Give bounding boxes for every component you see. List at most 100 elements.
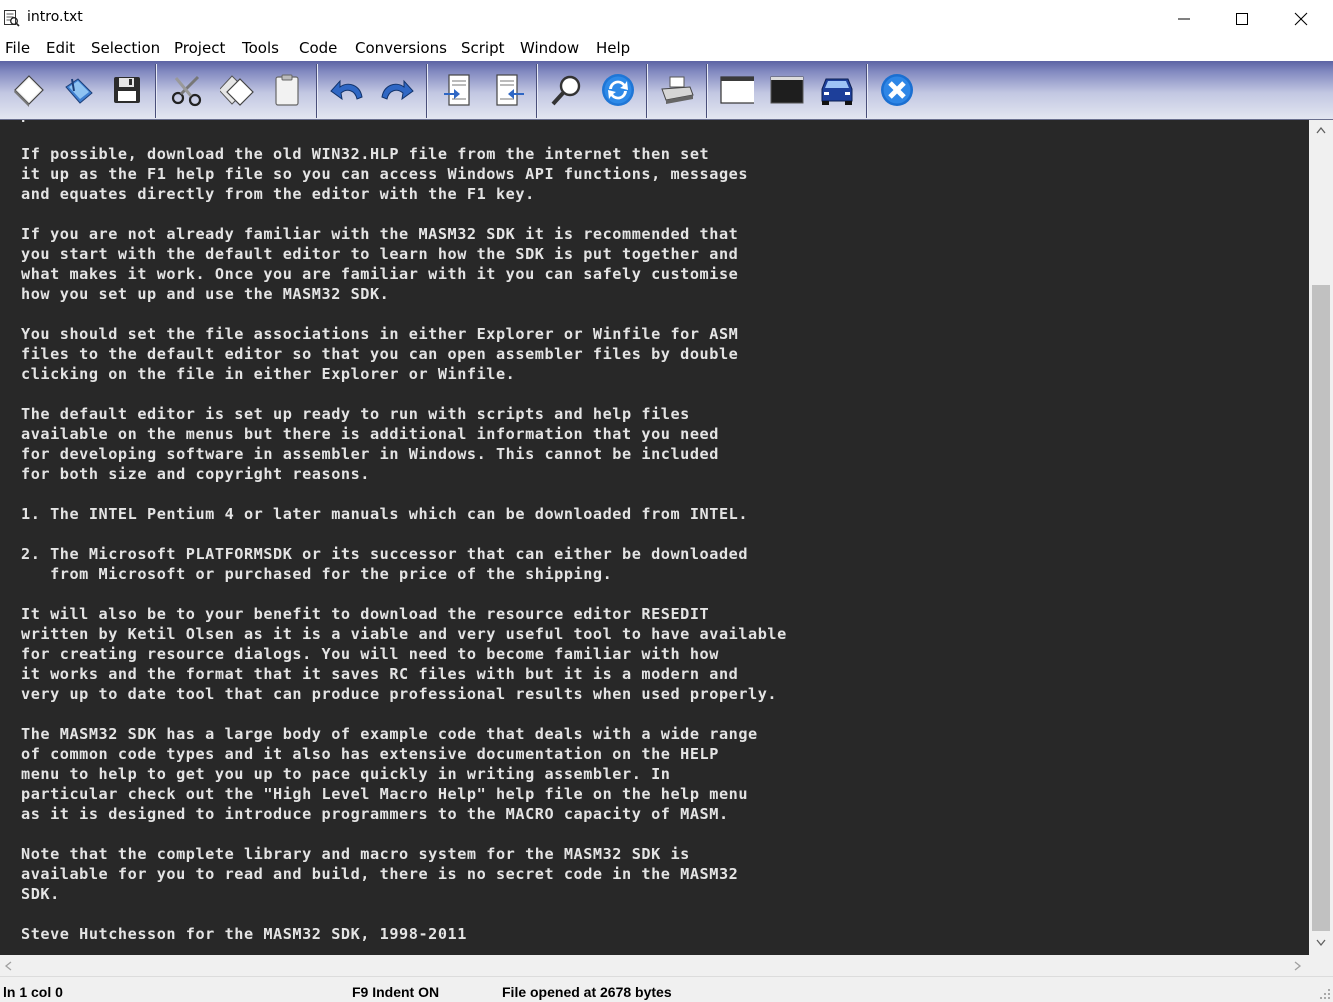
editor-line[interactable]: for both size and copyright reasons. — [21, 464, 787, 484]
menu-file[interactable]: File — [5, 39, 30, 57]
menu-conversions[interactable]: Conversions — [355, 39, 447, 57]
new-file-button[interactable] — [6, 67, 52, 113]
editor-line[interactable] — [21, 304, 787, 324]
editor-line[interactable] — [21, 904, 787, 924]
scroll-left-arrow-icon[interactable] — [4, 961, 12, 971]
redo-button[interactable] — [374, 67, 420, 113]
replace-button[interactable] — [595, 67, 641, 113]
editor-line[interactable] — [21, 824, 787, 844]
new-window-button[interactable] — [714, 67, 760, 113]
editor-line[interactable]: of common code types and it also has ext… — [21, 744, 787, 764]
toolbar-separator — [316, 64, 318, 118]
editor-line[interactable]: clicking on the file in either Explorer … — [21, 364, 787, 384]
cut-button[interactable] — [164, 67, 210, 113]
scroll-right-arrow-icon[interactable] — [1294, 961, 1302, 971]
toolbar-separator — [646, 64, 648, 118]
text-editor[interactable]: preferences. If possible, download the o… — [0, 120, 1309, 955]
editor-line[interactable] — [21, 384, 787, 404]
close-button[interactable] — [1272, 0, 1330, 37]
editor-line[interactable] — [21, 704, 787, 724]
console-button[interactable] — [764, 67, 810, 113]
status-message: File opened at 2678 bytes — [502, 984, 672, 1000]
print-button[interactable] — [654, 67, 700, 113]
editor-line[interactable]: You should set the file associations in … — [21, 324, 787, 344]
menu-bar: File Edit Selection Project Tools Code C… — [0, 37, 1333, 61]
editor-line[interactable]: from Microsoft or purchased for the pric… — [21, 564, 787, 584]
copy-icon — [220, 75, 254, 106]
editor-line[interactable] — [21, 204, 787, 224]
white-window-icon — [720, 76, 754, 104]
copy-button[interactable] — [214, 67, 260, 113]
editor-line[interactable]: how you set up and use the MASM32 SDK. — [21, 284, 787, 304]
toolbar — [0, 61, 1333, 120]
resize-grip-icon[interactable] — [1319, 988, 1331, 1000]
editor-line[interactable] — [21, 584, 787, 604]
menu-tools[interactable]: Tools — [242, 39, 279, 57]
vertical-scrollbar[interactable] — [1309, 120, 1333, 955]
editor-line[interactable]: available for you to read and build, the… — [21, 864, 787, 884]
horizontal-scrollbar[interactable] — [0, 955, 1309, 976]
editor-line[interactable]: for developing software in assembler in … — [21, 444, 787, 464]
undo-button[interactable] — [324, 67, 370, 113]
floppy-disk-icon — [114, 77, 140, 103]
editor-content[interactable]: preferences. If possible, download the o… — [21, 120, 787, 944]
undo-arrow-icon — [330, 79, 363, 101]
toolbar-separator — [866, 64, 868, 118]
editor-line[interactable]: The default editor is set up ready to ru… — [21, 404, 787, 424]
scroll-up-arrow-icon[interactable] — [1316, 126, 1326, 134]
menu-edit[interactable]: Edit — [46, 39, 75, 57]
editor-line[interactable]: for creating resource dialogs. You will … — [21, 644, 787, 664]
editor-line[interactable]: 2. The Microsoft PLATFORMSDK or its succ… — [21, 544, 787, 564]
paste-button[interactable] — [264, 67, 310, 113]
editor-line[interactable]: It will also be to your benefit to downl… — [21, 604, 787, 624]
editor-line[interactable]: available on the menus but there is addi… — [21, 424, 787, 444]
minimize-button[interactable] — [1155, 0, 1213, 37]
editor-line[interactable]: it works and the format that it saves RC… — [21, 664, 787, 684]
editor-line[interactable] — [21, 524, 787, 544]
indent-icon — [444, 74, 470, 106]
editor-line[interactable]: you start with the default editor to lea… — [21, 244, 787, 264]
minimize-icon — [1178, 18, 1190, 20]
editor-line[interactable]: Note that the complete library and macro… — [21, 844, 787, 864]
editor-line[interactable]: it up as the F1 help file so you can acc… — [21, 164, 787, 184]
editor-line[interactable]: as it is designed to introduce programme… — [21, 804, 787, 824]
editor-line[interactable]: SDK. — [21, 884, 787, 904]
redo-arrow-icon — [381, 79, 414, 101]
menu-help[interactable]: Help — [596, 39, 630, 57]
open-file-button[interactable] — [56, 67, 102, 113]
exit-button[interactable] — [874, 67, 920, 113]
run-button[interactable] — [814, 67, 860, 113]
scroll-down-arrow-icon[interactable] — [1316, 939, 1326, 947]
find-button[interactable] — [544, 67, 590, 113]
close-icon — [1294, 12, 1308, 26]
menu-project[interactable]: Project — [174, 39, 225, 57]
editor-line[interactable]: If possible, download the old WIN32.HLP … — [21, 144, 787, 164]
editor-line[interactable]: files to the default editor so that you … — [21, 344, 787, 364]
scrollbar-corner — [1309, 955, 1333, 976]
notepad-app-icon — [3, 9, 20, 27]
toolbar-separator — [155, 64, 157, 118]
editor-line[interactable]: The MASM32 SDK has a large body of examp… — [21, 724, 787, 744]
maximize-button[interactable] — [1213, 0, 1271, 37]
menu-selection[interactable]: Selection — [91, 39, 160, 57]
new-document-icon — [14, 75, 44, 107]
editor-line[interactable]: particular check out the "High Level Mac… — [21, 784, 787, 804]
save-file-button[interactable] — [104, 67, 150, 113]
menu-code[interactable]: Code — [299, 39, 337, 57]
vertical-scroll-thumb[interactable] — [1312, 285, 1330, 931]
editor-line[interactable] — [21, 124, 787, 144]
indent-button[interactable] — [434, 67, 480, 113]
editor-line[interactable]: 1. The INTEL Pentium 4 or later manuals … — [21, 504, 787, 524]
editor-line[interactable]: If you are not already familiar with the… — [21, 224, 787, 244]
menu-script[interactable]: Script — [461, 39, 505, 57]
outdent-button[interactable] — [486, 67, 532, 113]
editor-line[interactable]: very up to date tool that can produce pr… — [21, 684, 787, 704]
editor-line[interactable]: written by Ketil Olsen as it is a viable… — [21, 624, 787, 644]
editor-line[interactable] — [21, 484, 787, 504]
editor-line[interactable]: what makes it work. Once you are familia… — [21, 264, 787, 284]
menu-window[interactable]: Window — [520, 39, 579, 57]
editor-line[interactable]: and equates directly from the editor wit… — [21, 184, 787, 204]
editor-line[interactable]: menu to help to get you up to pace quick… — [21, 764, 787, 784]
indent-status: F9 Indent ON — [352, 984, 440, 1000]
editor-line[interactable]: Steve Hutchesson for the MASM32 SDK, 199… — [21, 924, 787, 944]
